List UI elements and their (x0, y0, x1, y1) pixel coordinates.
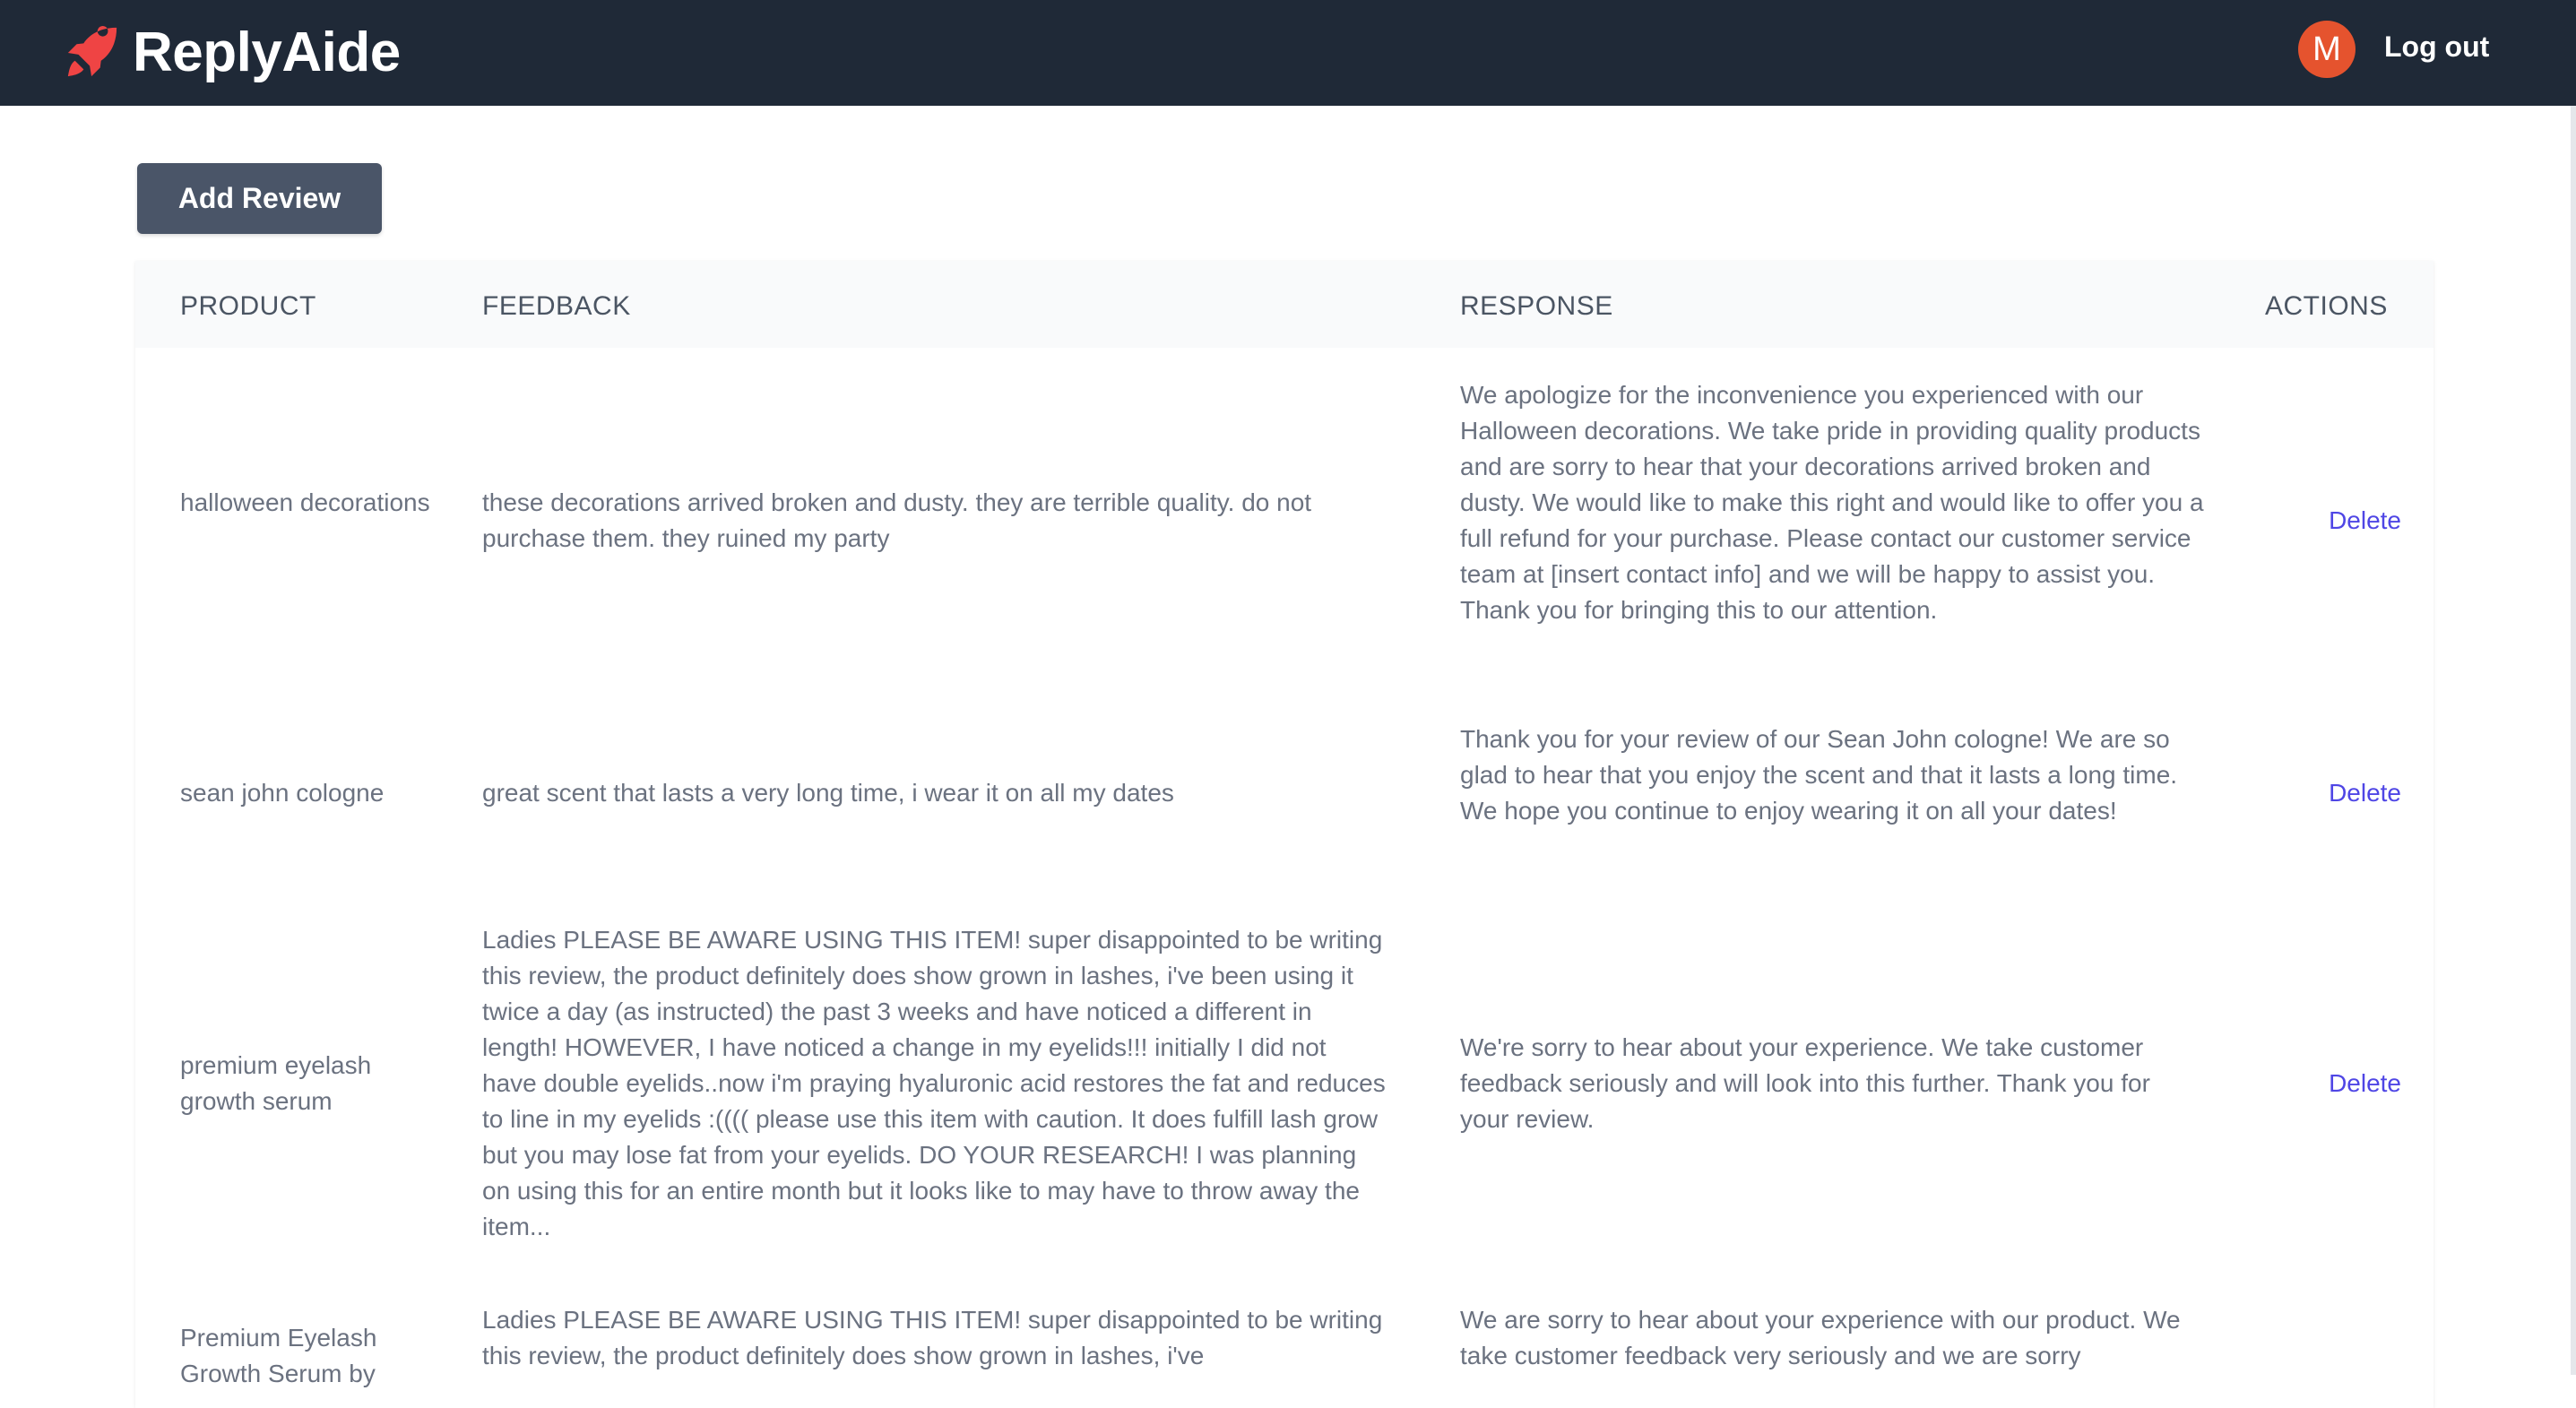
response-cell: We apologize for the inconvenience you e… (1460, 381, 2204, 624)
feedback-cell: great scent that lasts a very long time,… (482, 779, 1174, 807)
feedback-cell: these decorations arrived broken and dus… (482, 488, 1312, 552)
product-cell: premium eyelash growth serum (180, 1051, 372, 1115)
header-actions: ACTIONS (2265, 291, 2388, 321)
table-header: PRODUCT FEEDBACK RESPONSE ACTIONS (135, 261, 2433, 348)
product-cell: halloween decorations (180, 488, 430, 516)
feedback-cell: Ladies PLEASE BE AWARE USING THIS ITEM! … (482, 926, 1386, 1240)
delete-link[interactable]: Delete (2312, 1066, 2401, 1101)
delete-link[interactable]: Delete (2312, 503, 2401, 539)
response-cell: We are sorry to hear about your experien… (1460, 1306, 2181, 1369)
app-name: ReplyAide (133, 21, 401, 83)
response-cell: Thank you for your review of our Sean Jo… (1460, 725, 2178, 825)
delete-link[interactable]: Delete (2312, 775, 2401, 811)
header-product: PRODUCT (180, 291, 316, 321)
feedback-cell: Ladies PLEASE BE AWARE USING THIS ITEM! … (482, 1306, 1383, 1369)
brand[interactable]: ReplyAide (65, 18, 401, 86)
header-response: RESPONSE (1460, 291, 1613, 321)
page-scrollbar[interactable] (2571, 106, 2576, 1375)
top-navbar: ReplyAide M Log out (0, 0, 2576, 106)
logout-link[interactable]: Log out (2384, 30, 2489, 64)
avatar[interactable]: M (2298, 21, 2356, 78)
reviews-table: PRODUCT FEEDBACK RESPONSE ACTIONS hallow… (135, 261, 2433, 1408)
rocket-icon (67, 25, 117, 77)
product-cell: sean john cologne (180, 779, 385, 807)
response-cell: We're sorry to hear about your experienc… (1460, 1033, 2150, 1133)
add-review-button[interactable]: Add Review (137, 163, 382, 234)
header-feedback: FEEDBACK (482, 291, 631, 321)
product-cell: Premium Eyelash Growth Serum by (180, 1324, 377, 1387)
